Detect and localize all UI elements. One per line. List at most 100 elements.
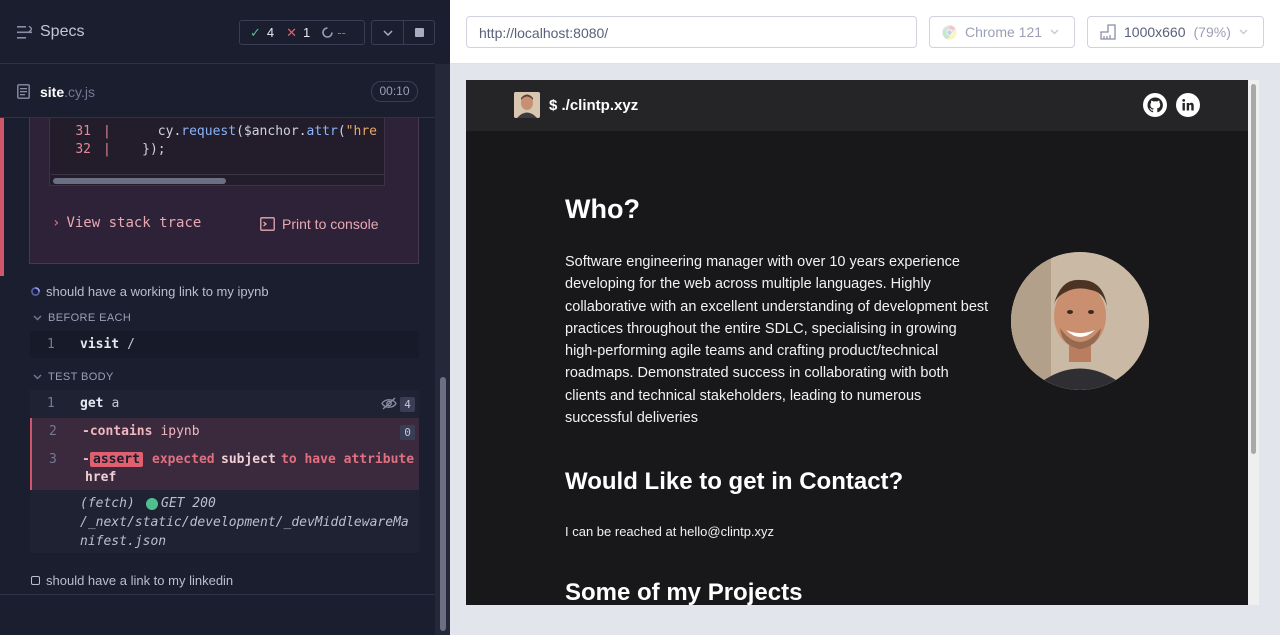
pending-square-icon [31,576,40,585]
specs-title[interactable]: Specs [40,23,84,41]
element-count-badge: 4 [400,397,415,412]
fetch-url: /_next/static/development/_devMiddleware… [80,515,409,549]
fetch-log-row[interactable]: (fetch) GET 200 /_next/static/developmen… [30,490,419,553]
test-title-linkedin[interactable]: should have a link to my linkedin [31,573,233,588]
reporter-panel: Specs ✓ 4 ✕ 1 -- site.cy.js 00:10 31 | cy… [0,0,450,635]
print-to-console-button[interactable]: Print to console [260,216,379,232]
failed-command-group: 2 -contains ipynb 0 3 - assert expected s… [30,418,419,490]
failed-count: 1 [303,25,311,40]
chevron-down-icon [1050,29,1059,35]
hook-label: BEFORE EACH [48,312,132,324]
command-method: -contains [82,424,153,439]
linkedin-icon[interactable] [1176,93,1200,117]
browser-selector[interactable]: Chrome 121 [929,16,1075,48]
view-stack-trace-link[interactable]: › View stack trace [52,215,201,231]
check-icon: ✓ [250,24,261,40]
divider [0,594,435,595]
url-bar[interactable]: http://localhost:8080/ [466,16,917,48]
reporter-scrollbar[interactable] [435,64,450,635]
scroll-thumb[interactable] [1251,84,1256,454]
scroll-thumb[interactable] [53,178,226,184]
specs-header: Specs [0,0,435,64]
fetch-method-status: GET 200 [161,496,216,511]
assert-subject: subject [221,452,276,467]
stop-icon [414,28,424,37]
pending-spinner-icon [322,27,334,38]
stop-button[interactable] [403,20,435,45]
spec-file-name[interactable]: site.cy.js [40,84,95,100]
command-method: get [80,396,104,411]
command-row[interactable]: 1 visit / [30,331,419,358]
line-number: 31 [75,124,91,139]
contact-heading: Would Like to get in Contact? [565,468,904,495]
who-heading: Who? [565,194,640,224]
command-number: 2 [49,424,57,439]
code-horizontal-scrollbar[interactable] [51,174,385,186]
viewport-selector[interactable]: 1000x660 (79%) [1087,16,1264,48]
command-row[interactable]: 3 - assert expected subject to have attr… [32,446,419,490]
projects-heading: Some of my Projects [565,579,803,605]
zoom-level: (79%) [1193,24,1231,40]
browser-name: Chrome 121 [965,24,1043,40]
preview-scrollbar[interactable] [1248,80,1259,605]
assert-badge: assert [90,452,143,467]
line-number: 32 [75,142,91,157]
command-name: -contains ipynb [82,424,200,439]
chevron-right-icon: › [52,215,61,231]
view-stack-trace-label: View stack trace [66,215,202,231]
command-number: 3 [49,452,57,467]
assert-message: to have attribute [281,452,415,467]
spec-file-extension: .cy.js [64,84,95,100]
assert-expected: expected [152,452,215,467]
site-navbar: $ ./clintp.xyz [466,80,1248,131]
command-arg: / [127,337,135,352]
code-text: }); [110,142,166,157]
command-dash: - [82,452,90,467]
pending-count: -- [337,25,346,40]
expand-toggle-button[interactable] [371,20,404,45]
profile-photo [1011,252,1149,390]
test-title-text: should have a working link to my ipynb [46,284,269,299]
chevron-down-icon [33,374,42,380]
github-icon[interactable] [1143,93,1167,117]
ruler-icon [1100,24,1116,40]
test-title-ipynb[interactable]: should have a working link to my ipynb [31,284,269,299]
document-icon [17,84,30,99]
spec-file-base: site [40,84,65,100]
preview-bottom-margin [466,605,1259,635]
spec-file-row: site.cy.js [0,65,435,118]
code-line: 32 | }); [50,142,166,157]
code-line: 31 | cy.request($anchor.attr("hre [50,124,377,139]
bio-paragraph: Software engineering manager with over 1… [565,254,989,427]
before-each-hook[interactable]: BEFORE EACH [33,312,131,324]
scroll-thumb[interactable] [440,377,446,631]
command-arg: ipynb [160,424,200,439]
failed-test-indicator [0,118,4,276]
command-row[interactable]: 2 -contains ipynb 0 [32,418,419,446]
command-row[interactable]: 1 get a 4 [30,390,419,418]
passed-count: 4 [266,25,275,40]
site-avatar[interactable] [514,92,540,118]
duration-badge: 00:10 [371,81,418,102]
code-text: cy.request($anchor.attr("hre [110,124,377,139]
chevron-down-icon [33,315,42,321]
test-body-hook[interactable]: TEST BODY [33,371,114,383]
command-arg: a [111,396,120,411]
app-preview: $ ./clintp.xyz Who? Software engineering… [466,80,1259,605]
eye-slash-icon [381,397,397,410]
status-success-dot [146,498,158,510]
chrome-icon [942,24,957,40]
chevron-down-icon [382,29,393,36]
test-stats: ✓ 4 ✕ 1 -- [239,20,365,45]
site-logo-text[interactable]: $ ./clintp.xyz [549,97,638,114]
specs-menu-icon[interactable] [17,26,32,39]
command-number: 1 [47,396,55,411]
command-name: visit / [80,337,135,352]
fetch-label: (fetch) [80,496,135,511]
print-to-console-label: Print to console [282,216,379,232]
hook-label: TEST BODY [48,371,114,383]
command-method: visit [80,337,120,352]
test-title-text: should have a link to my linkedin [46,573,234,588]
chevron-down-icon [1239,29,1248,35]
console-icon [260,217,275,231]
